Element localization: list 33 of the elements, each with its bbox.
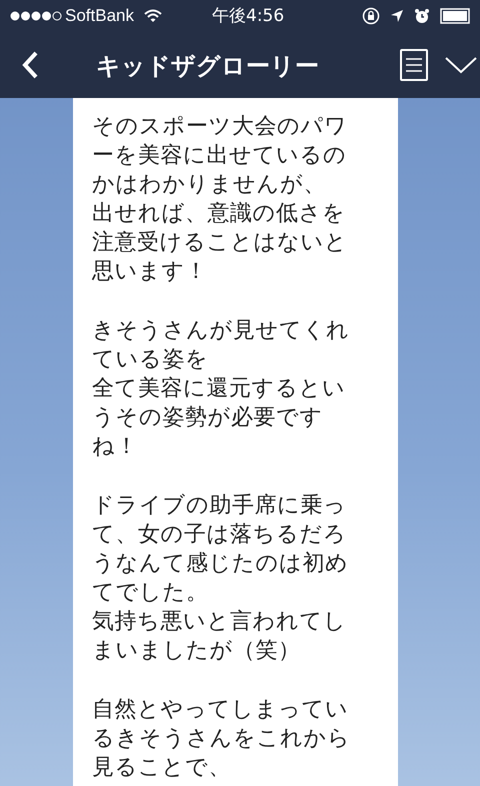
message-line: ーを美容に出せているの <box>92 142 348 170</box>
chat-title: キッドザグローリー <box>96 51 319 82</box>
chevron-down-icon <box>445 56 477 74</box>
message-line: ね！ <box>92 433 139 461</box>
message-line: きそうさんが見せてくれ <box>92 317 350 345</box>
signal-icon <box>10 11 62 21</box>
message-line: て、女の子は落ちるだろ <box>92 521 348 549</box>
message-line: ている姿を <box>92 346 210 374</box>
clock-time: 午後4:56 <box>212 5 284 28</box>
message-line: 見ることで、 <box>92 754 232 782</box>
carrier-name: SoftBank <box>65 5 134 28</box>
message-line: 自然とやってしまってい <box>92 696 350 724</box>
message-line: 出せれば、意識の低さを <box>92 200 346 228</box>
alarm-clock-icon <box>414 8 430 24</box>
menu-button[interactable] <box>400 49 428 81</box>
battery-icon <box>440 8 470 24</box>
message-line: かはわかりませんが、 <box>92 171 327 199</box>
message-line: 思います！ <box>92 258 208 286</box>
message-line: ドライブの助手席に乗っ <box>92 492 348 520</box>
message-line: るきそうさんをこれから <box>92 725 352 753</box>
message-line: てでした。 <box>92 579 210 607</box>
wifi-icon <box>144 9 162 23</box>
message-line: 気持ち悪いと言われてし <box>92 608 348 636</box>
list-lines-icon <box>406 58 422 72</box>
rotation-lock-icon <box>362 7 380 25</box>
message-line: 注意受けることはないと <box>92 229 348 257</box>
back-chevron-icon <box>22 51 38 79</box>
message-line: うなんて感じたのは初め <box>92 550 350 578</box>
message-line: そのスポーツ大会のパワ <box>92 113 348 141</box>
message-line: 全て美容に還元するとい <box>92 375 346 403</box>
message-line: まいましたが（笑） <box>92 637 302 665</box>
message-line: うその姿勢が必要です <box>92 404 324 432</box>
location-arrow-icon <box>390 9 404 23</box>
